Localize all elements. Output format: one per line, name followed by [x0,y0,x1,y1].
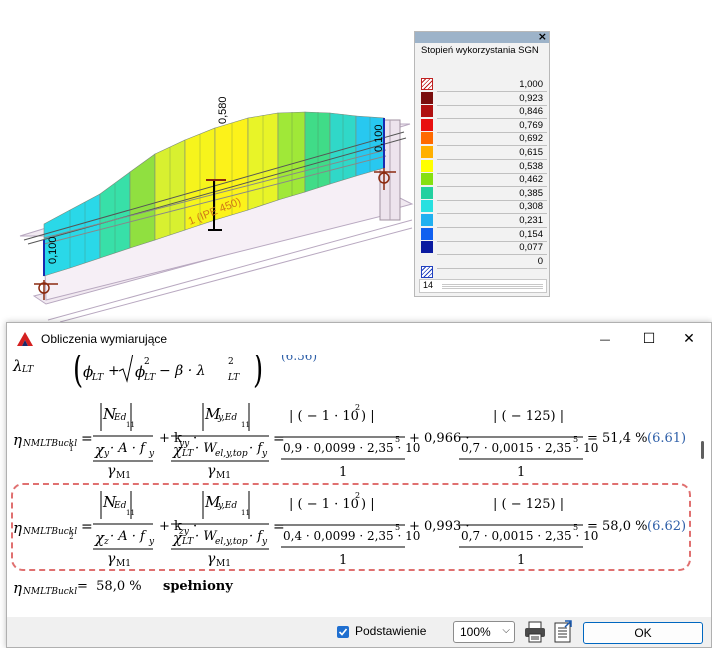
status-badge: spełniony [163,579,233,594]
partial-plus: + [108,363,120,379]
fraction-bars [93,491,583,550]
partial-lambda-sub: LT [22,365,34,375]
print-button[interactable] [523,620,547,644]
legend-swatch [421,241,433,254]
summary-value: = 58,0 % [77,579,142,594]
legend-swatch [421,227,433,240]
legend-swatch [421,118,433,131]
value-label-right: 0,100 [373,124,385,152]
legend-swatch [421,186,433,199]
zoom-value: 100% [460,625,491,639]
equation-reference: (6.61) [647,431,687,446]
minimize-icon: — [599,332,611,346]
legend-separator [437,267,547,269]
legend-value: 1,000 [519,79,543,90]
legend-swatch [421,265,433,278]
legend-step-value: 14 [423,280,434,290]
dialog-title: Obliczenia wymiarujące [41,332,168,346]
paren-close: ) [253,355,264,393]
fraction-bars [93,403,583,462]
legend-swatch [421,78,433,90]
close-icon: ✕ [683,331,695,347]
paren-open: ( [73,355,84,393]
legend-value: 0,308 [519,201,543,213]
chevron-down-icon: ⌵ [502,625,510,636]
partial-phi-sub: LT [92,373,104,383]
equation-eta-2: η NMLTBuckl 2 = N Ed 11 χ z · A · f y γ M1 + k zy · My,E… [7,485,695,569]
equation-reference: (6.62) [647,519,687,534]
partial-ref: (6.56) [281,355,318,363]
legend-value: 0,769 [519,119,543,131]
beam-visualization: 1 (IPE 450) 0,580 0,100 0,100 [19,96,414,322]
dialog-titlebar[interactable]: Obliczenia wymiarujące — ☐ ✕ [7,323,711,355]
checkmark-icon [338,628,348,636]
equation-eta-1: η NMLTBuckl 1 = N Ed 11 χ y · A · f y γ M1 + k yy · My,E… [7,397,695,481]
sqrt-minus-beta: − β · λ [159,363,206,379]
summary-row: η NMLTBuckl = 58,0 % spełniony [13,577,413,601]
legend-step-bar [442,283,543,290]
utilization-legend-panel[interactable]: × Stopień wykorzystania SGN 1,000 0,923 0,… [414,30,550,297]
summary-eta: η [13,579,22,597]
legend-row: 0 [421,254,547,278]
legend-swatch [421,91,433,104]
sqrt-lam-sub: LT [228,373,240,383]
calculation-content[interactable]: λ LT ( ϕ LT + ϕ 2 LT − β · λ 2 LT ) (6.5… [7,355,695,617]
legend-swatch [421,214,433,226]
substitution-checkbox[interactable] [337,626,349,638]
scrollbar-thumb[interactable] [701,441,704,459]
legend-swatch [421,159,433,172]
legend-titlebar[interactable]: × [415,30,549,43]
legend-value: 0,231 [519,215,543,226]
equation-partial: λ LT ( ϕ LT + ϕ 2 LT − β · λ 2 LT ) (6.5… [13,355,413,393]
legend-value: 0,692 [519,133,543,145]
vertical-scrollbar[interactable] [695,355,711,617]
legend-value: 0,538 [519,160,543,172]
legend-value: 0,615 [519,147,543,158]
sqrt-lam-sup: 2 [228,357,234,367]
legend-swatch [421,105,433,118]
app-logo-icon [17,332,33,346]
substitution-label[interactable]: Podstawienie [355,624,426,638]
legend-step-field[interactable]: 14 [419,279,547,293]
minimize-button[interactable]: — [583,323,627,355]
legend-title: Stopień wykorzystania SGN [421,45,539,56]
legend-value: 0,462 [519,174,543,186]
legend-close-icon[interactable]: × [538,30,547,43]
model-3d-view[interactable]: 1 (IPE 450) 0,580 0,100 0,100 × Stopień … [0,0,712,322]
calculations-dialog: Obliczenia wymiarujące — ☐ ✕ λ LT ( ϕ LT… [6,322,712,648]
legend-swatch [421,132,433,145]
legend-value: 0 [537,255,543,267]
legend-value: 0,154 [519,228,543,240]
legend-swatch [421,200,433,213]
export-button[interactable] [551,620,575,644]
legend-value: 0,077 [519,242,543,254]
dialog-footer: Podstawienie 100% ⌵ OK [7,617,711,647]
legend-swatch [421,173,433,186]
printer-icon [525,621,545,643]
maximize-button[interactable]: ☐ [627,323,671,355]
export-table-icon [554,620,572,643]
ok-button[interactable]: OK [583,622,703,644]
summary-sub: NMLTBuckl [23,587,78,597]
legend-swatch [421,146,433,158]
legend-value: 0,846 [519,106,543,118]
value-label-max: 0,580 [217,96,229,124]
legend-value: 0,923 [519,92,543,104]
maximize-icon: ☐ [642,331,656,347]
sqrt-phi-sup: 2 [144,357,150,367]
ok-label: OK [634,626,652,640]
legend-value: 0,385 [519,187,543,199]
value-label-left: 0,100 [47,236,59,264]
close-button[interactable]: ✕ [667,323,711,355]
zoom-select[interactable]: 100% ⌵ [453,621,515,643]
sqrt-phi-sub: LT [144,373,156,383]
